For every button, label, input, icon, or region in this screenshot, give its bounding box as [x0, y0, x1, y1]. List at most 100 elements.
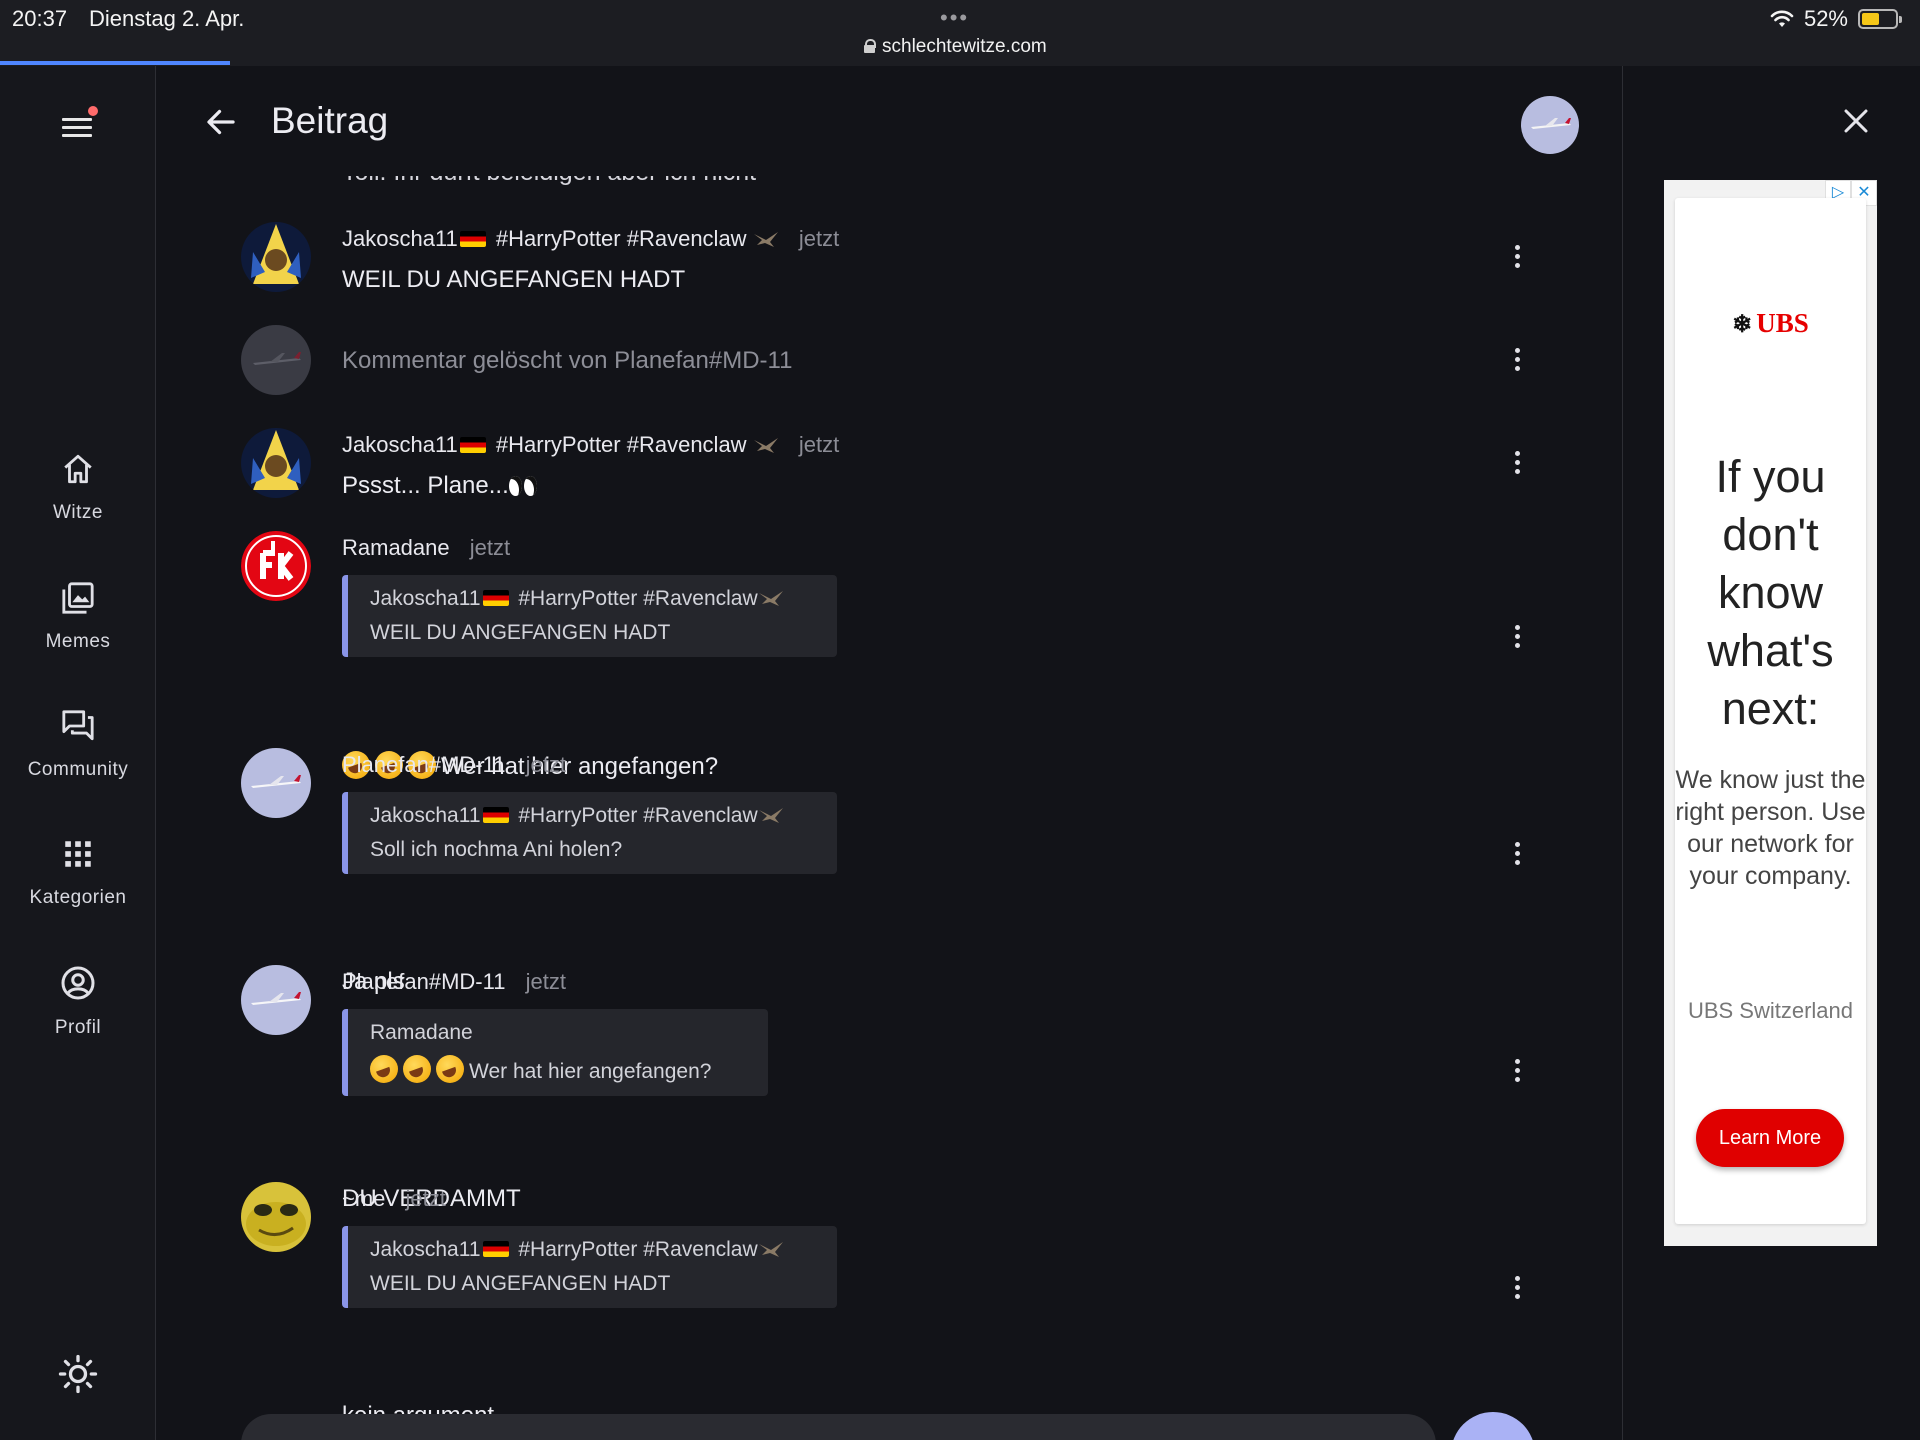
quoted-comment[interactable]: Ramadane Wer hat hier angefangen? [342, 1009, 768, 1096]
comment-time: jetzt [798, 432, 840, 457]
frog-avatar-icon [241, 1182, 311, 1252]
eagle-icon [758, 591, 783, 606]
status-date: Dienstag 2. Apr. [89, 6, 245, 31]
airplane-avatar-icon [1521, 96, 1579, 154]
germany-flag-icon [482, 590, 509, 606]
comment-tags: #HarryPotter #Ravenclaw [495, 432, 747, 457]
ad-headline: If you don't know what's next: [1707, 451, 1834, 734]
quote-header: Jakoscha11 #HarryPotter #Ravenclaw [370, 587, 815, 611]
multitask-dots[interactable]: ••• [940, 5, 969, 31]
apps-grid-icon [65, 841, 91, 867]
nav-label-profil: Profil [54, 1017, 102, 1038]
nav-item-witze[interactable]: Witze [0, 452, 156, 524]
quote-author: Jakoscha11 [370, 1238, 481, 1261]
comment-author[interactable]: Planefan#MD-11 [342, 752, 505, 777]
ad-brand: UBS [1756, 308, 1809, 338]
address-bar[interactable]: schlechtewitze.com [864, 36, 1047, 58]
avatar[interactable] [241, 965, 311, 1035]
ravenclaw-avatar-icon [241, 222, 311, 292]
more-options-icon[interactable] [1513, 451, 1521, 477]
nav-item-profil[interactable]: Profil [0, 965, 156, 1039]
quote-tags: #HarryPotter #Ravenclaw [518, 804, 758, 827]
quote-text: Wer hat hier angefangen? [469, 1060, 712, 1083]
nav-label-community: Community [27, 759, 129, 780]
quote-text: WEIL DU ANGEFANGEN HADT [370, 621, 671, 644]
nav-label-kategorien: Kategorien [29, 887, 127, 908]
comment-time: jetzt [798, 226, 840, 251]
comment-time: jetzt [405, 1186, 446, 1211]
more-options-icon[interactable] [1513, 625, 1521, 651]
comment-header: Planefan#MD-11 jetzt [342, 752, 566, 778]
battery-percent: 52% [1803, 6, 1848, 31]
eagle-icon [758, 1242, 783, 1257]
ravenclaw-avatar-icon [241, 428, 311, 498]
quote-text-row: Wer hat hier angefangen? [370, 1055, 746, 1084]
close-icon[interactable] [1841, 106, 1871, 136]
avatar[interactable] [241, 222, 311, 292]
nav-label-witze: Witze [53, 502, 103, 523]
more-options-icon[interactable] [1513, 842, 1521, 868]
germany-flag-icon [459, 437, 486, 453]
right-panel: ▷ ✕ ❄ UBS If you don't know what's next: W… [1622, 66, 1920, 1440]
quoted-comment[interactable]: Jakoscha11 #HarryPotter #Ravenclaw WEIL … [342, 1226, 837, 1308]
avatar[interactable] [241, 428, 311, 498]
comment-header: Jakoscha11 #HarryPotter #Ravenclaw jetzt [342, 226, 839, 252]
status-time: 20:37 [12, 6, 68, 31]
avatar[interactable] [241, 1182, 311, 1252]
learn-more-button[interactable]: Learn More [1696, 1109, 1844, 1167]
more-options-icon[interactable] [1513, 348, 1521, 374]
wifi-icon [1770, 10, 1794, 27]
quote-text: WEIL DU ANGEFANGEN HADT [370, 1272, 671, 1295]
post-thread: Beitrag Toll. Ihr dürft beleidigen aber … [157, 66, 1621, 1440]
laughing-emoji-icon [403, 1055, 431, 1083]
menu-button[interactable] [58, 106, 98, 146]
nav-item-memes[interactable]: Memes [0, 581, 156, 653]
airplane-avatar-icon [241, 965, 311, 1035]
comment-author[interactable]: Planefan#MD-11 [342, 969, 505, 994]
quote-author: Jakoscha11 [370, 587, 481, 610]
eyes-emoji-icon [508, 476, 539, 496]
deleted-comment-notice: Kommentar gelöscht von Planefan#MD-11 [342, 347, 793, 374]
user-avatar[interactable] [1521, 96, 1579, 154]
comment-author[interactable]: Jakoscha11 [342, 432, 458, 457]
quote-author: Jakoscha11 [370, 804, 481, 827]
airplane-avatar-icon [241, 748, 311, 818]
url-text: schlechtewitze.com [882, 36, 1047, 57]
airplane-avatar-icon [241, 325, 311, 395]
avatar[interactable] [241, 748, 311, 818]
comment-author[interactable]: Ramadane [342, 535, 450, 560]
brightness-icon[interactable] [58, 1354, 98, 1394]
comment-header: Planefan#MD-11 jetzt [342, 969, 566, 995]
quote-tags: #HarryPotter #Ravenclaw [518, 587, 758, 610]
quote-author: Ramadane [370, 1021, 473, 1044]
more-options-icon[interactable] [1513, 1276, 1521, 1302]
status-bar: 20:37 Dienstag 2. Apr. ••• schlechtewitz… [0, 0, 1920, 66]
comment-text: Pssst... Plane... [342, 472, 539, 500]
ubs-logo: ❄ UBS [1675, 308, 1866, 339]
comment-tags: #HarryPotter #Ravenclaw [495, 226, 747, 251]
more-options-icon[interactable] [1513, 1059, 1521, 1085]
comment-author[interactable]: Jakoscha11 [342, 226, 458, 251]
back-arrow-icon[interactable] [203, 104, 239, 140]
germany-flag-icon [482, 1241, 509, 1257]
comment-input[interactable] [241, 1414, 1436, 1440]
quote-header: Jakoscha11 #HarryPotter #Ravenclaw [370, 804, 815, 828]
comment-author[interactable]: ~me [342, 1186, 385, 1211]
comment-header: ~me jetzt [342, 1186, 446, 1212]
fck-logo-icon [241, 531, 311, 601]
avatar[interactable] [241, 325, 311, 395]
quote-tags: #HarryPotter #Ravenclaw [518, 1238, 758, 1261]
quote-header: Jakoscha11 #HarryPotter #Ravenclaw [370, 1238, 815, 1262]
comment-time: jetzt [525, 969, 566, 994]
battery-icon [1858, 9, 1902, 29]
avatar[interactable] [241, 531, 311, 601]
nav-item-kategorien[interactable]: Kategorien [0, 837, 156, 909]
more-options-icon[interactable] [1513, 245, 1521, 271]
quoted-comment[interactable]: Jakoscha11 #HarryPotter #Ravenclaw Soll … [342, 792, 837, 874]
send-button[interactable] [1451, 1412, 1535, 1440]
nav-item-community[interactable]: Community [0, 709, 156, 781]
quoted-comment[interactable]: Jakoscha11 #HarryPotter #Ravenclaw WEIL … [342, 575, 837, 657]
notification-dot [88, 106, 98, 116]
nav-label-memes: Memes [45, 631, 111, 652]
advertisement[interactable]: ▷ ✕ ❄ UBS If you don't know what's next: W… [1664, 180, 1877, 1246]
